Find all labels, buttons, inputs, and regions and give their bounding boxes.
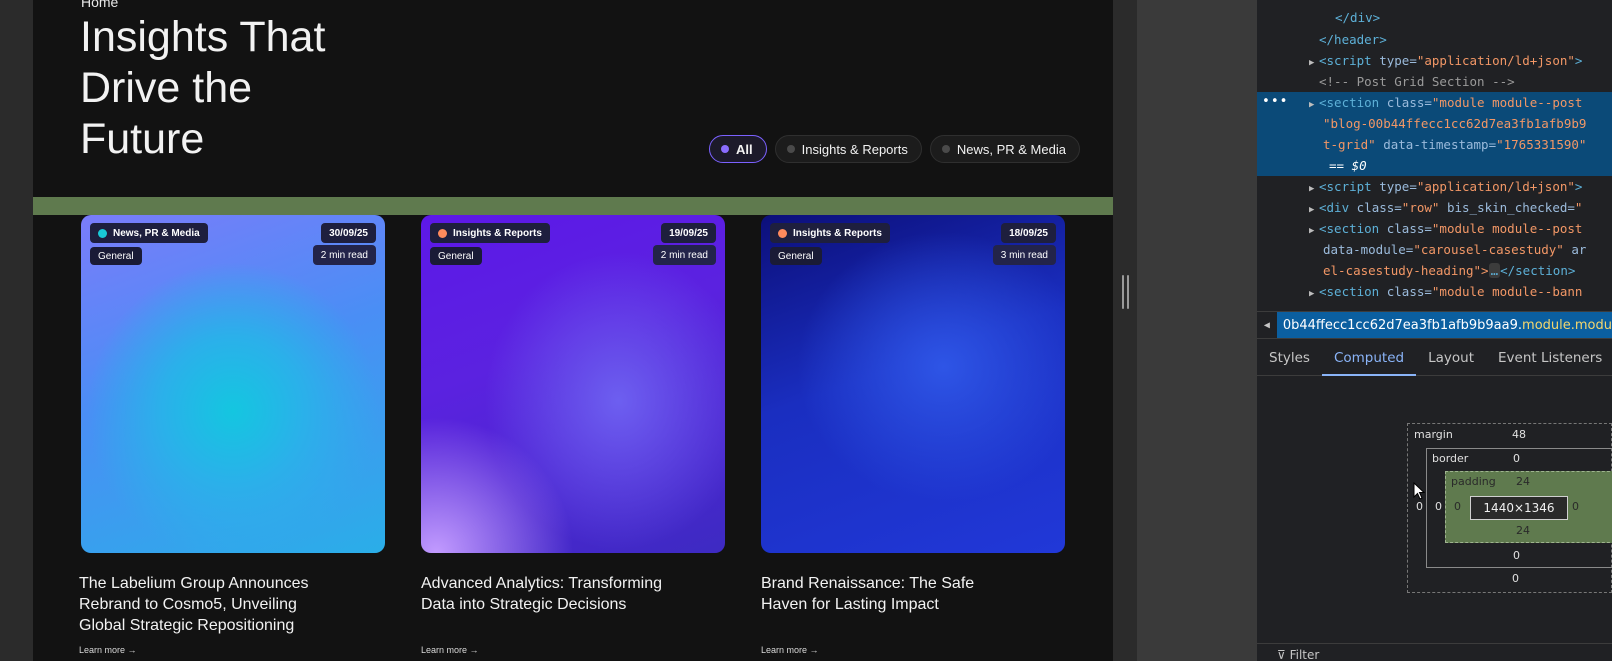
- dom-line[interactable]: data-module="carousel-casestudy" ar: [1257, 239, 1612, 260]
- padding-right-value[interactable]: 0: [1572, 500, 1579, 513]
- general-tag: General: [770, 247, 822, 265]
- dom-line[interactable]: </header>: [1257, 29, 1612, 50]
- tab-styles[interactable]: Styles: [1257, 340, 1322, 376]
- category-tag: News, PR & Media: [90, 223, 208, 243]
- border-left-value[interactable]: 0: [1435, 500, 1442, 513]
- dom-line[interactable]: ▶ <section class="module module--post: [1257, 218, 1612, 239]
- general-tag: General: [90, 247, 142, 265]
- post-card-image[interactable]: Insights & Reports General 18/09/25 3 mi…: [761, 215, 1065, 553]
- tab-layout[interactable]: Layout: [1416, 340, 1486, 376]
- border-bottom-value[interactable]: 0: [1513, 549, 1520, 562]
- dot-icon: [941, 145, 950, 153]
- dom-line[interactable]: ▶ <div class="row" bis_skin_checked=": [1257, 197, 1612, 218]
- padding-bottom-value[interactable]: 24: [1516, 524, 1530, 537]
- box-model-border: border 0 0 0 padding 24 24 0 0 1440×1346: [1426, 448, 1612, 568]
- dom-line-selected[interactable]: "blog-00b44ffecc1cc62d7ea3fb1afb9b9: [1257, 113, 1612, 134]
- category-label: News, PR & Media: [113, 227, 200, 239]
- left-gutter: [0, 0, 33, 661]
- breadcrumb[interactable]: Home: [81, 0, 118, 10]
- tab-computed[interactable]: Computed: [1321, 340, 1417, 376]
- border-top-value[interactable]: 0: [1513, 452, 1520, 465]
- devtools-panel: </div> </header> ▶ <script type="applicat…: [1257, 0, 1612, 661]
- page-title: Insights That Drive the Future: [80, 13, 326, 163]
- margin-top-value[interactable]: 48: [1512, 428, 1526, 441]
- padding-left-value[interactable]: 0: [1454, 500, 1461, 513]
- devtools-tabs: Styles Computed Layout Event Listeners: [1257, 340, 1612, 376]
- filter-chip-label: All: [736, 141, 753, 157]
- post-title[interactable]: Advanced Analytics: Transforming Data in…: [421, 573, 681, 615]
- margin-left-value[interactable]: 0: [1416, 500, 1423, 513]
- category-dot-icon: [438, 228, 447, 238]
- filter-chip-news-pr-media[interactable]: News, PR & Media: [929, 135, 1080, 163]
- post-card-image[interactable]: Insights & Reports General 19/09/25 2 mi…: [421, 215, 725, 553]
- category-label: Insights & Reports: [793, 227, 882, 239]
- post-card-image[interactable]: News, PR & Media General 30/09/25 2 min …: [81, 215, 385, 553]
- dom-line[interactable]: ▶ <script type="application/ld+json">: [1257, 176, 1612, 197]
- box-model-content-size[interactable]: 1440×1346: [1470, 496, 1568, 520]
- category-tag: Insights & Reports: [430, 223, 550, 243]
- learn-more-link[interactable]: Learn more →: [421, 645, 479, 655]
- expand-triangle-icon[interactable]: ▶: [1309, 284, 1319, 305]
- filter-chip-label: News, PR & Media: [956, 141, 1066, 157]
- date-badge: 19/09/25: [661, 223, 716, 243]
- date-badge: 18/09/25: [1001, 223, 1056, 243]
- border-label: border: [1432, 452, 1469, 465]
- page-viewport[interactable]: Home Insights That Drive the Future All …: [33, 0, 1113, 661]
- margin-label: margin: [1414, 428, 1453, 441]
- dot-icon: [786, 145, 795, 153]
- learn-more-link[interactable]: Learn more →: [761, 645, 819, 655]
- dom-line-selected[interactable]: == $0: [1257, 155, 1612, 176]
- padding-label: padding: [1451, 475, 1496, 488]
- scroll-left-icon[interactable]: ◀: [1257, 312, 1277, 338]
- padding-top-value[interactable]: 24: [1516, 475, 1530, 488]
- inspector-gap: [1137, 0, 1257, 661]
- category-label: Insights & Reports: [453, 227, 542, 239]
- screen: Home Insights That Drive the Future All …: [0, 0, 1612, 661]
- read-time-badge: 3 min read: [992, 245, 1056, 265]
- read-time-badge: 2 min read: [652, 245, 716, 265]
- filter-chips: All Insights & Reports News, PR & Media: [709, 135, 1080, 163]
- right-gutter: [1113, 0, 1137, 661]
- category-dot-icon: [98, 228, 107, 238]
- tab-event-listeners[interactable]: Event Listeners: [1486, 340, 1612, 376]
- category-dot-icon: [778, 228, 787, 238]
- dom-line[interactable]: el-casestudy-heading">… </section>: [1257, 260, 1612, 281]
- box-model-padding: padding 24 24 0 0 1440×1346: [1445, 471, 1612, 543]
- dot-icon: [721, 145, 729, 153]
- box-model-margin: margin 48 0 0 0 border 0 0 0 padding 24 …: [1407, 423, 1612, 593]
- read-time-badge: 2 min read: [312, 245, 376, 265]
- post-title[interactable]: The Labelium Group Announces Rebrand to …: [79, 573, 339, 636]
- filter-chip-insights-reports[interactable]: Insights & Reports: [774, 135, 922, 163]
- category-tag: Insights & Reports: [770, 223, 890, 243]
- learn-more-link[interactable]: Learn more →: [79, 645, 137, 655]
- filter-chip-all[interactable]: All: [709, 135, 767, 163]
- date-badge: 30/09/25: [321, 223, 376, 243]
- more-options-icon[interactable]: •••: [1262, 94, 1288, 109]
- padding-highlight-overlay: [33, 197, 1113, 215]
- filter-icon: ⊽: [1277, 648, 1290, 661]
- dom-line[interactable]: ▶ <script type="application/ld+json">: [1257, 50, 1612, 71]
- resize-handle[interactable]: [1120, 275, 1130, 309]
- general-tag: General: [430, 247, 482, 265]
- computed-filter[interactable]: ⊽ Filter: [1257, 643, 1612, 661]
- dom-line-selected[interactable]: ▶ <section class="module module--post: [1257, 92, 1612, 113]
- dom-breadcrumb-bar: ◀ 0b44ffecc1cc62d7ea3fb1afb9b9aa9.module…: [1257, 311, 1612, 339]
- filter-chip-label: Insights & Reports: [801, 141, 908, 157]
- dom-line[interactable]: <!-- Post Grid Section -->: [1257, 71, 1612, 92]
- dom-line[interactable]: </div>: [1257, 7, 1612, 28]
- dom-line[interactable]: ▶ <section class="module module--bann: [1257, 281, 1612, 302]
- post-title[interactable]: Brand Renaissance: The Safe Haven for La…: [761, 573, 1021, 615]
- mouse-cursor-icon: [1413, 482, 1425, 500]
- dom-breadcrumb[interactable]: 0b44ffecc1cc62d7ea3fb1afb9b9aa9.module.m…: [1277, 318, 1612, 333]
- dom-line-selected[interactable]: t-grid" data-timestamp="1765331590": [1257, 134, 1612, 155]
- margin-bottom-value[interactable]: 0: [1512, 572, 1519, 585]
- collapsed-content-icon[interactable]: …: [1488, 263, 1501, 278]
